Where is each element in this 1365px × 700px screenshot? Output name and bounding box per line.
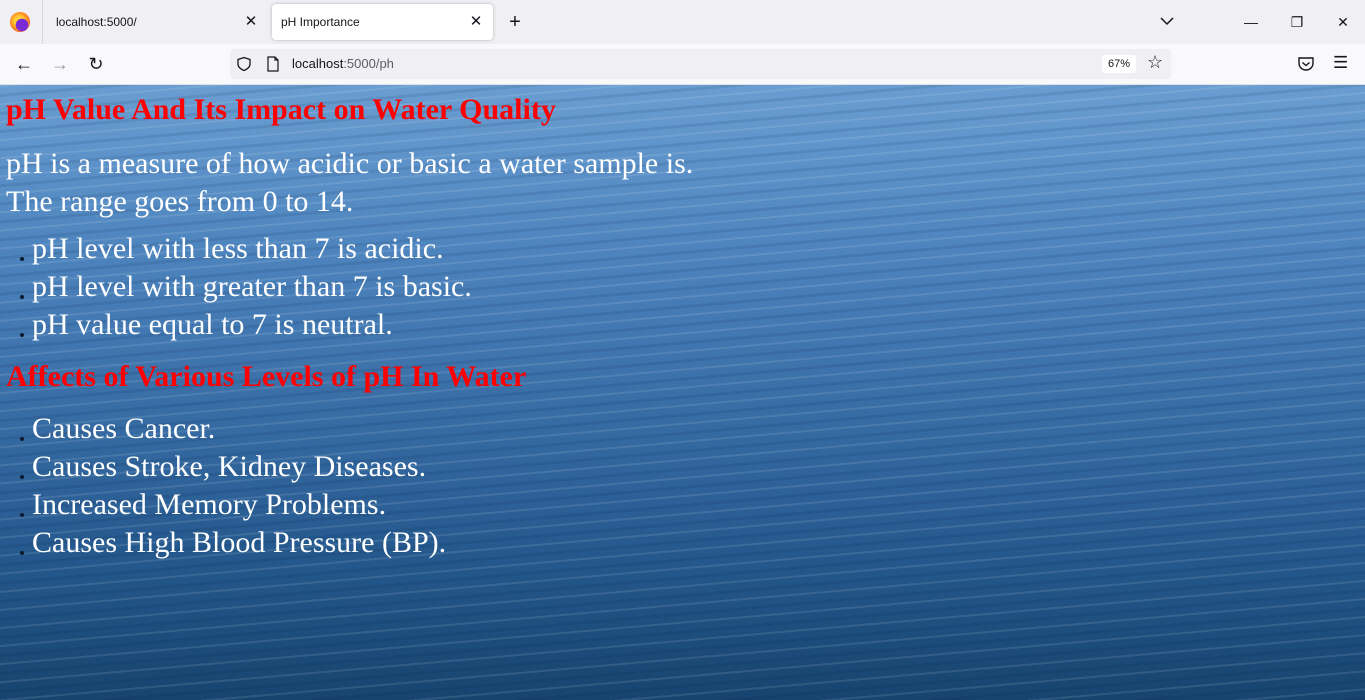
list-item: Causes High Blood Pressure (BP). bbox=[0, 524, 446, 562]
list-item: Increased Memory Problems. bbox=[0, 486, 446, 524]
page-icon[interactable] bbox=[266, 56, 280, 72]
list-item-text: Causes Stroke, Kidney Diseases. bbox=[32, 450, 427, 483]
pocket-icon[interactable] bbox=[1297, 56, 1315, 72]
page-title: pH Value And Its Impact on Water Quality bbox=[6, 93, 556, 126]
tab-title: localhost:5000/ bbox=[56, 15, 137, 29]
bullet-icon bbox=[20, 333, 24, 337]
list-item: pH level with greater than 7 is basic. bbox=[0, 268, 472, 306]
list-item: Causes Stroke, Kidney Diseases. bbox=[0, 448, 446, 486]
url-text[interactable]: localhost:5000/ph bbox=[292, 56, 394, 71]
reload-icon[interactable]: ↻ bbox=[84, 52, 108, 76]
menu-hamburger-icon[interactable]: ☰ bbox=[1333, 53, 1348, 73]
close-window-icon[interactable]: ✕ bbox=[1328, 8, 1358, 36]
forward-arrow-icon[interactable]: → bbox=[48, 52, 72, 76]
list-item: Causes Cancer. bbox=[0, 410, 446, 448]
effects-list: Causes Cancer. Causes Stroke, Kidney Dis… bbox=[0, 410, 446, 562]
page-content: pH Value And Its Impact on Water Quality… bbox=[0, 85, 1365, 700]
tab-ph-importance[interactable]: pH Importance ✕ bbox=[272, 4, 493, 40]
list-item-text: pH level with less than 7 is acidic. bbox=[32, 232, 444, 265]
effects-heading: Affects of Various Levels of pH In Water bbox=[6, 360, 527, 393]
intro-line-2: The range goes from 0 to 14. bbox=[6, 185, 354, 218]
list-item: pH value equal to 7 is neutral. bbox=[0, 306, 472, 344]
bullet-icon bbox=[20, 475, 24, 479]
list-item-text: pH value equal to 7 is neutral. bbox=[32, 308, 393, 341]
tab-list-chevron-down-icon[interactable] bbox=[1157, 11, 1177, 31]
minimize-icon[interactable]: — bbox=[1236, 8, 1266, 36]
nav-bar: ← → ↻ localhost:5000/ph 67% ☆ ☰ bbox=[0, 44, 1365, 85]
intro-line-1: pH is a measure of how acidic or basic a… bbox=[6, 147, 694, 180]
list-item-text: Causes Cancer. bbox=[32, 412, 216, 445]
intro-paragraph: pH is a measure of how acidic or basic a… bbox=[6, 145, 693, 221]
list-item-text: pH level with greater than 7 is basic. bbox=[32, 270, 472, 303]
ph-levels-list: pH level with less than 7 is acidic. pH … bbox=[0, 230, 472, 344]
bullet-icon bbox=[20, 551, 24, 555]
shield-icon[interactable] bbox=[236, 56, 252, 72]
close-tab-icon[interactable]: ✕ bbox=[242, 13, 260, 31]
tab-title: pH Importance bbox=[281, 15, 360, 29]
list-item-text: Causes High Blood Pressure (BP). bbox=[32, 526, 447, 559]
bookmark-star-icon[interactable]: ☆ bbox=[1147, 52, 1163, 73]
tab-bar: localhost:5000/ ✕ pH Importance ✕ + — ❐ … bbox=[0, 0, 1365, 44]
tab-localhost[interactable]: localhost:5000/ ✕ bbox=[42, 0, 268, 44]
list-item: pH level with less than 7 is acidic. bbox=[0, 230, 472, 268]
bullet-icon bbox=[20, 437, 24, 441]
url-bar[interactable]: localhost:5000/ph 67% ☆ bbox=[230, 49, 1171, 79]
list-item-text: Increased Memory Problems. bbox=[32, 488, 387, 521]
restore-icon[interactable]: ❐ bbox=[1282, 8, 1312, 36]
zoom-level-badge[interactable]: 67% bbox=[1102, 55, 1136, 73]
bullet-icon bbox=[20, 513, 24, 517]
url-host: localhost bbox=[292, 56, 344, 71]
close-tab-icon[interactable]: ✕ bbox=[467, 13, 485, 31]
bullet-icon bbox=[20, 257, 24, 261]
bullet-icon bbox=[20, 295, 24, 299]
firefox-logo-icon bbox=[10, 12, 30, 32]
url-path: :5000/ph bbox=[343, 56, 394, 71]
back-arrow-icon[interactable]: ← bbox=[12, 52, 36, 76]
new-tab-plus-icon[interactable]: + bbox=[503, 10, 527, 34]
